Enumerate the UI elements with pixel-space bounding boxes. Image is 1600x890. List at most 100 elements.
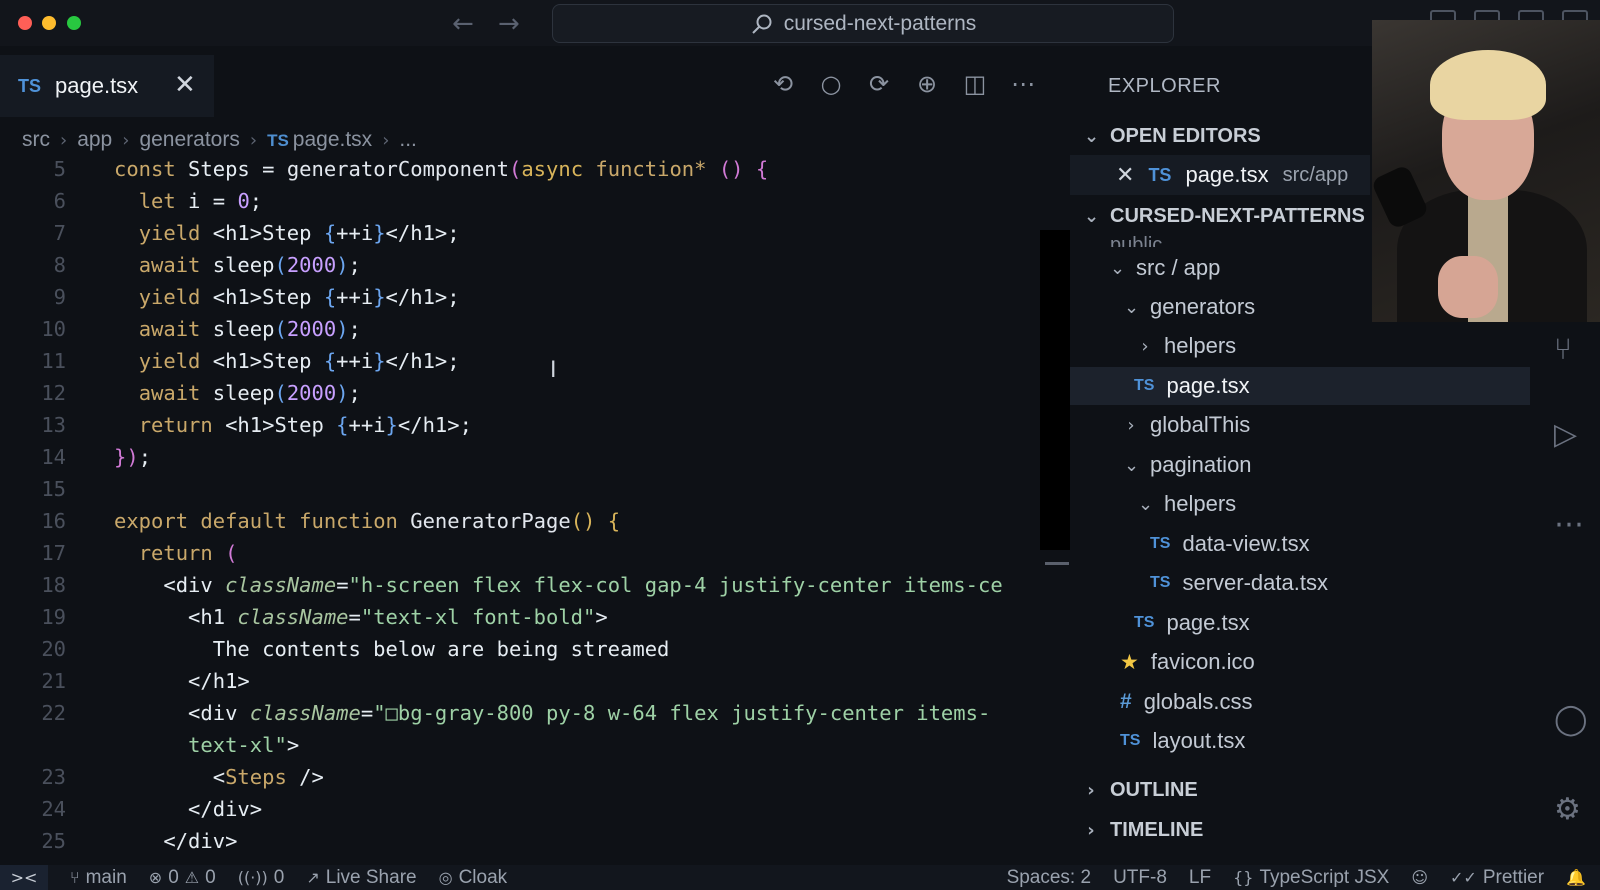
star-icon: ★ xyxy=(1120,650,1139,674)
gear-icon[interactable]: ⚙ xyxy=(1554,792,1581,827)
eol-indicator[interactable]: LF xyxy=(1189,867,1211,889)
command-center-search[interactable]: cursed-next-patterns xyxy=(552,4,1174,43)
run-debug-icon[interactable]: ▷ xyxy=(1554,417,1577,452)
code-line: 6 let i = 0; xyxy=(0,185,1070,217)
tree-file-favicon[interactable]: ★ favicon.ico xyxy=(1120,643,1530,681)
code-text: </div> xyxy=(114,797,263,821)
notifications-icon[interactable]: 🔔 xyxy=(1566,868,1586,887)
code-line: 10 await sleep(2000); xyxy=(0,313,1070,345)
ports-indicator[interactable]: ((·)) 0 xyxy=(238,867,285,889)
copilot-icon[interactable]: ☺ xyxy=(1411,868,1428,887)
branch-indicator[interactable]: ⑂ main xyxy=(70,867,127,889)
line-number: 12 xyxy=(41,381,66,405)
line-number: 10 xyxy=(41,317,66,341)
tree-folder-globalthis[interactable]: › globalThis xyxy=(1124,406,1530,444)
tree-file-data-view-tsx[interactable]: TS data-view.tsx xyxy=(1150,525,1530,563)
section-label: TIMELINE xyxy=(1110,819,1204,841)
code-line: 16 export default function GeneratorPage(… xyxy=(0,505,1070,537)
timeline-section[interactable]: › TIMELINE xyxy=(1084,819,1203,842)
code-editor[interactable]: 5 const Steps = generatorComponent(async … xyxy=(0,153,1070,853)
close-window-button[interactable] xyxy=(18,16,32,30)
tab-title: page.tsx xyxy=(55,73,139,98)
share-icon: ↗ xyxy=(306,868,320,887)
editor-actions: ⟲ ○ ⟳ ⊕ ◫ ⋯ xyxy=(770,70,1036,98)
project-section[interactable]: ⌄ CURSED-NEXT-PATTERNS xyxy=(1084,205,1365,228)
line-number: 6 xyxy=(53,189,66,213)
code-text: let i = 0; xyxy=(138,189,263,213)
breadcrumb-item[interactable]: app xyxy=(77,128,112,152)
outline-section[interactable]: › OUTLINE xyxy=(1084,779,1198,802)
warning-icon: ⚠ xyxy=(184,868,200,887)
account-icon[interactable]: ◯ xyxy=(1554,702,1588,737)
encoding-indicator[interactable]: UTF-8 xyxy=(1113,867,1167,889)
tab-page-tsx[interactable]: TS page.tsx ✕ xyxy=(0,55,214,117)
code-line: 11 yield <h1>Step {++i}</h1>; xyxy=(0,345,1070,377)
breadcrumb-item[interactable]: src xyxy=(22,128,50,152)
go-back-icon[interactable]: ⟲ xyxy=(770,70,796,98)
prettier-indicator[interactable]: ✓✓ Prettier xyxy=(1450,867,1544,889)
code-text: </h1> xyxy=(114,669,250,693)
git-compare-icon[interactable]: ⊕ xyxy=(914,70,940,98)
code-line: text-xl"> xyxy=(0,729,1070,761)
open-editor-item[interactable]: ✕ TS page.tsx src/app xyxy=(1070,155,1370,195)
webcam-overlay xyxy=(1372,20,1600,322)
tree-item-partial[interactable]: public xyxy=(1110,227,1162,247)
problems-indicator[interactable]: ⊗ 0 ⚠ 0 xyxy=(149,867,216,889)
code-text: return <h1>Step {++i}</h1>; xyxy=(138,413,472,437)
close-icon[interactable]: ✕ xyxy=(1116,163,1134,188)
breadcrumb-file[interactable]: TS page.tsx xyxy=(267,128,372,152)
line-number: 8 xyxy=(53,253,66,277)
minimap-slider[interactable] xyxy=(1045,562,1069,565)
remote-icon[interactable]: >< xyxy=(0,865,48,890)
source-control-icon[interactable]: ⑂ xyxy=(1554,332,1572,367)
code-text: </div> xyxy=(114,829,238,853)
code-text: yield <h1>Step {++i}</h1>; xyxy=(138,221,460,245)
open-editors-section[interactable]: ⌄ OPEN EDITORS xyxy=(1084,125,1261,148)
tree-folder-helpers[interactable]: › helpers xyxy=(1138,327,1530,365)
code-line: 8 await sleep(2000); xyxy=(0,249,1070,281)
more-icon[interactable]: ⋯ xyxy=(1554,507,1584,542)
more-actions-icon[interactable]: ⋯ xyxy=(1010,70,1036,98)
code-line: 12 await sleep(2000); xyxy=(0,377,1070,409)
code-line: 13 return <h1>Step {++i}</h1>; xyxy=(0,409,1070,441)
chevron-right-icon: › xyxy=(1087,780,1095,801)
search-icon xyxy=(751,14,772,34)
tree-folder-helpers[interactable]: ⌄ helpers xyxy=(1138,485,1530,523)
split-editor-icon[interactable]: ◫ xyxy=(962,70,988,98)
chevron-right-icon: › xyxy=(1127,414,1135,436)
code-text: await sleep(2000); xyxy=(138,317,361,341)
minimap[interactable] xyxy=(1040,230,1070,550)
tree-file-globals-css[interactable]: # globals.css xyxy=(1120,683,1530,721)
code-text: <div className="□bg-gray-800 py-8 w-64 f… xyxy=(114,701,991,725)
check-icon: ✓✓ xyxy=(1450,868,1477,887)
tree-folder-pagination[interactable]: ⌄ pagination xyxy=(1124,446,1530,484)
line-number: 9 xyxy=(53,285,66,309)
tree-file-layout-tsx[interactable]: TS layout.tsx xyxy=(1120,722,1530,760)
cloak-button[interactable]: ◎ Cloak xyxy=(439,867,508,889)
braces-icon: {} xyxy=(1233,868,1254,887)
line-number: 13 xyxy=(41,413,66,437)
maximize-window-button[interactable] xyxy=(67,16,81,30)
typescript-file-icon: TS xyxy=(1150,574,1171,591)
circle-icon[interactable]: ○ xyxy=(818,70,844,98)
live-share-button[interactable]: ↗ Live Share xyxy=(306,867,416,889)
go-forward-icon[interactable]: ⟳ xyxy=(866,70,892,98)
typescript-file-icon: TS xyxy=(1134,377,1155,394)
breadcrumb-symbol[interactable]: ... xyxy=(399,128,417,152)
line-number: 15 xyxy=(41,477,66,501)
indentation-indicator[interactable]: Spaces: 2 xyxy=(1007,867,1092,889)
tree-file-page-tsx[interactable]: TS page.tsx xyxy=(1134,604,1530,642)
branch-icon: ⑂ xyxy=(70,868,80,887)
tree-file-server-data-tsx[interactable]: TS server-data.tsx xyxy=(1150,564,1530,602)
chevron-right-icon: › xyxy=(249,129,258,151)
close-tab-icon[interactable]: ✕ xyxy=(174,70,196,100)
forward-arrow-icon[interactable]: → xyxy=(498,9,520,39)
typescript-file-icon: TS xyxy=(1148,164,1172,185)
tree-file-page-tsx[interactable]: TS page.tsx xyxy=(1070,367,1530,405)
typescript-file-icon: TS xyxy=(267,131,289,150)
code-text: yield <h1>Step {++i}</h1>; xyxy=(138,285,460,309)
minimize-window-button[interactable] xyxy=(42,16,56,30)
language-indicator[interactable]: {} TypeScript JSX xyxy=(1233,867,1389,889)
back-arrow-icon[interactable]: ← xyxy=(452,9,474,39)
breadcrumb-item[interactable]: generators xyxy=(139,128,239,152)
